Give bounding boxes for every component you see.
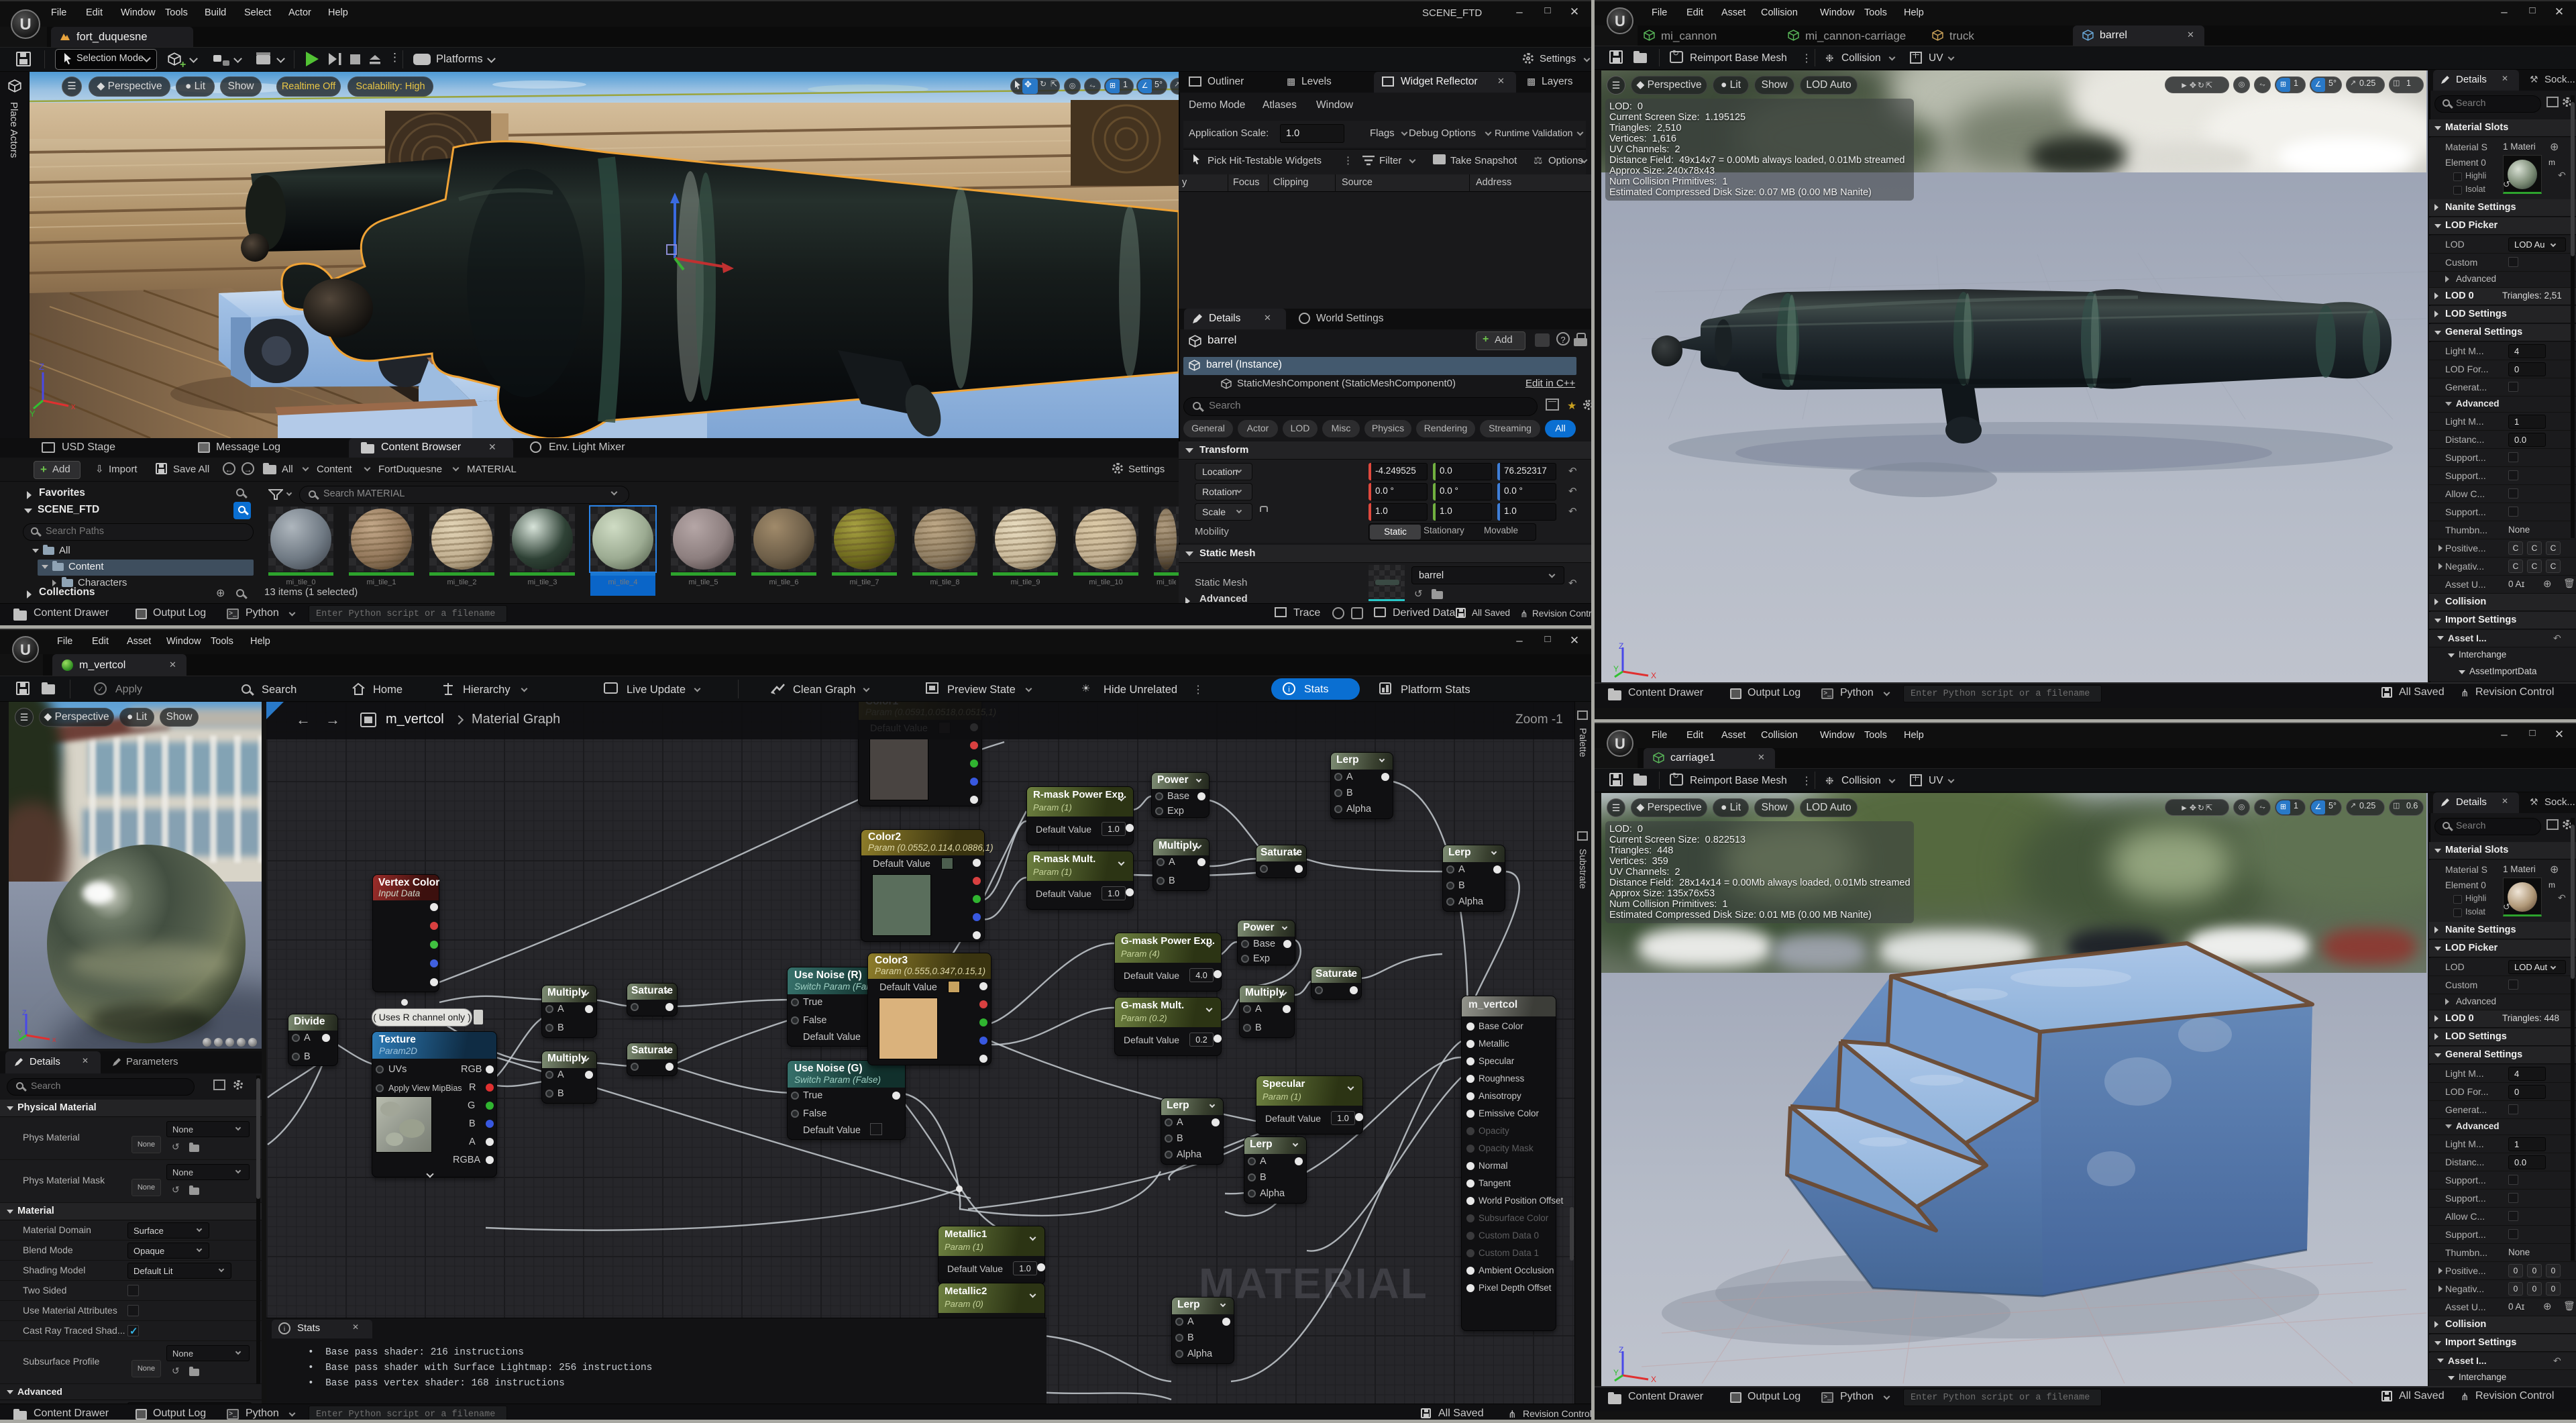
svg-text:Z: Z — [22, 1009, 27, 1017]
svg-text:Z: Z — [39, 362, 44, 372]
svg-text:x: x — [52, 1036, 56, 1043]
svg-text:Y: Y — [17, 1029, 23, 1037]
svg-text:X: X — [1651, 1375, 1656, 1383]
svg-text:Y: Y — [1613, 1368, 1619, 1377]
svg-text:Z: Z — [1619, 1346, 1623, 1355]
svg-text:X: X — [1651, 671, 1656, 680]
svg-text:x: x — [71, 401, 76, 411]
svg-text:Y: Y — [30, 409, 36, 419]
svg-text:Y: Y — [1613, 664, 1619, 674]
svg-text:Z: Z — [1619, 642, 1623, 651]
